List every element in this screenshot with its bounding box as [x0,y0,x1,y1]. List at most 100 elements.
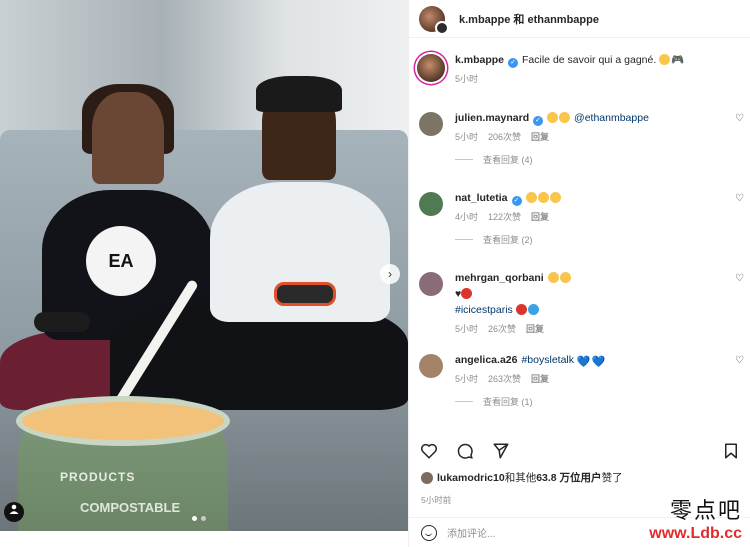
bookmark-icon[interactable] [721,441,741,461]
person-right-cap [256,76,342,112]
comment-username[interactable]: angelica.a26 [455,354,517,366]
comment-line: nat_lutetia ✓ [455,190,725,206]
comment-likes[interactable]: 26次赞 [488,322,516,335]
next-slide-arrow-icon[interactable]: › [380,264,400,284]
comment-avatar[interactable] [419,192,443,216]
likes-tail: 赞了 [601,472,623,484]
comment-avatar[interactable] [419,112,443,136]
user-tag-icon[interactable] [4,502,24,522]
grin-emoji-icon [659,54,671,65]
carousel-dot [192,516,197,521]
site-watermark: 零点吧 www.Ldb.cc [649,493,742,543]
post-authors[interactable]: k.mbappe 和 ethanmbappe [459,11,599,27]
comment-likes[interactable]: 122次赞 [488,210,521,223]
comment-line: mehrgan_qorbani [455,270,725,286]
grin-emoji-icon [547,272,559,283]
comment-username[interactable]: julien.maynard [455,112,529,124]
grin-emoji-icon [549,192,561,203]
replies-rule [455,239,473,240]
carousel-dots [192,516,206,521]
watermark-url: www.Ldb.cc [649,525,742,542]
comment-line: angelica.a26 #boysletalk 💙💙 [455,352,725,368]
comment-item: julien.maynard ✓ @ethanmbappe 5小时 206次赞 回… [409,110,750,190]
game-controller-left [34,312,90,332]
comment-hashtag[interactable]: #boysletalk [521,354,574,366]
comment-meta: 5小时 206次赞 回复 [455,130,725,143]
post-caption: k.mbappe ✓ Facile de savoir qui a gagné. 🎮… [409,52,750,98]
ice-cream [16,396,230,446]
caption-text: Facile de savoir qui a gagné. [522,54,657,66]
likes-mid: 和其他 [504,472,537,484]
red-circle-icon [515,304,527,315]
game-controller-right [274,282,336,306]
like-comment-heart-icon[interactable]: ♡ [735,194,745,204]
comment-hashtag[interactable]: #icicestparis [455,304,513,316]
ea-sports-logo: EA [86,226,156,296]
comment-item: mehrgan_qorbani ♥ #icicestparis 5小时 26次赞… [409,270,750,352]
comment-time: 5小时 [455,324,479,334]
emoji-picker-icon[interactable] [421,524,437,541]
view-replies-button[interactable]: 查看回复 (4) [455,153,725,166]
grin-emoji-icon [537,192,549,203]
post-actions [419,438,741,464]
comment-item: angelica.a26 #boysletalk 💙💙 5小时 263次赞 回复 … [409,352,750,430]
blue-heart-icon: 💙 [591,356,606,368]
view-replies-button[interactable]: 查看回复 (1) [455,395,725,408]
caption-username[interactable]: k.mbappe [455,54,504,66]
like-heart-icon[interactable] [419,441,439,461]
liker-username[interactable]: lukamodric10 [437,472,505,484]
comment-username[interactable]: mehrgan_qorbani [455,272,544,284]
comment-mention[interactable]: @ethanmbappe [574,112,649,124]
caption-avatar[interactable] [417,54,445,82]
like-comment-heart-icon[interactable]: ♡ [735,274,745,284]
comment-time: 4小时 [455,212,479,222]
post-side-panel: k.mbappe 和 ethanmbappe k.mbappe ✓ Facile d… [408,0,750,547]
caption-time: 5小时 [455,74,479,84]
comments-list: k.mbappe ✓ Facile de savoir qui a gagné. 🎮… [409,44,750,430]
comment-bubble-icon[interactable] [455,441,475,461]
comment-meta: 5小时 263次赞 回复 [455,372,725,385]
comment-emoji-line: ♥ [455,286,725,302]
person-left-head [92,92,164,184]
reply-button[interactable]: 回复 [526,322,544,335]
blue-heart-icon: 💙 [576,356,591,368]
reply-button[interactable]: 回复 [531,372,549,385]
reply-button[interactable]: 回复 [531,130,549,143]
likes-count[interactable]: 63.8 万位用户 [536,470,601,485]
comment-line: julien.maynard ✓ @ethanmbappe [455,110,725,126]
comment-avatar[interactable] [419,272,443,296]
watermark-top: 零点吧 [669,499,742,524]
grin-emoji-icon [559,112,571,123]
comment-time: 5小时 [455,374,479,384]
post-photo[interactable]: EA PRODUCTS COMPOSTABLE › [0,0,408,531]
verified-badge-icon: ✓ [508,58,519,68]
share-send-icon[interactable] [491,441,511,461]
view-replies-button[interactable]: 查看回复 (2) [455,233,725,246]
comment-username[interactable]: nat_lutetia [455,192,508,204]
verified-badge-icon: ✓ [533,116,544,126]
grin-emoji-icon [547,112,559,123]
comment-meta: 5小时 26次赞 回复 [455,322,725,335]
comment-likes[interactable]: 206次赞 [488,130,521,143]
ea-logo-text: EA [108,251,134,271]
coauthor-avatar[interactable] [435,20,449,35]
comment-hashtag-line: #icicestparis [455,302,725,318]
post-header: k.mbappe 和 ethanmbappe [409,0,750,38]
comment-avatar[interactable] [419,354,443,378]
carousel-dot [201,516,206,521]
cup-label: PRODUCTS [60,470,136,484]
replies-rule [455,159,473,160]
comment-time: 5小时 [455,132,479,142]
liker-avatar [421,471,433,484]
add-comment-input[interactable]: 添加评论... [447,525,495,540]
like-comment-heart-icon[interactable]: ♡ [735,356,745,366]
reply-button[interactable]: 回复 [531,210,549,223]
view-replies-label: 查看回复 (1) [483,397,533,407]
author-avatar[interactable] [419,5,449,35]
comment-likes[interactable]: 263次赞 [488,372,521,385]
face-emoji-icon [461,288,473,299]
likes-summary[interactable]: lukamodric10 和其他 63.8 万位用户 赞了 [421,470,623,485]
grin-emoji-icon [559,272,571,283]
comment-meta: 4小时 122次赞 回复 [455,210,725,223]
like-comment-heart-icon[interactable]: ♡ [735,114,745,124]
